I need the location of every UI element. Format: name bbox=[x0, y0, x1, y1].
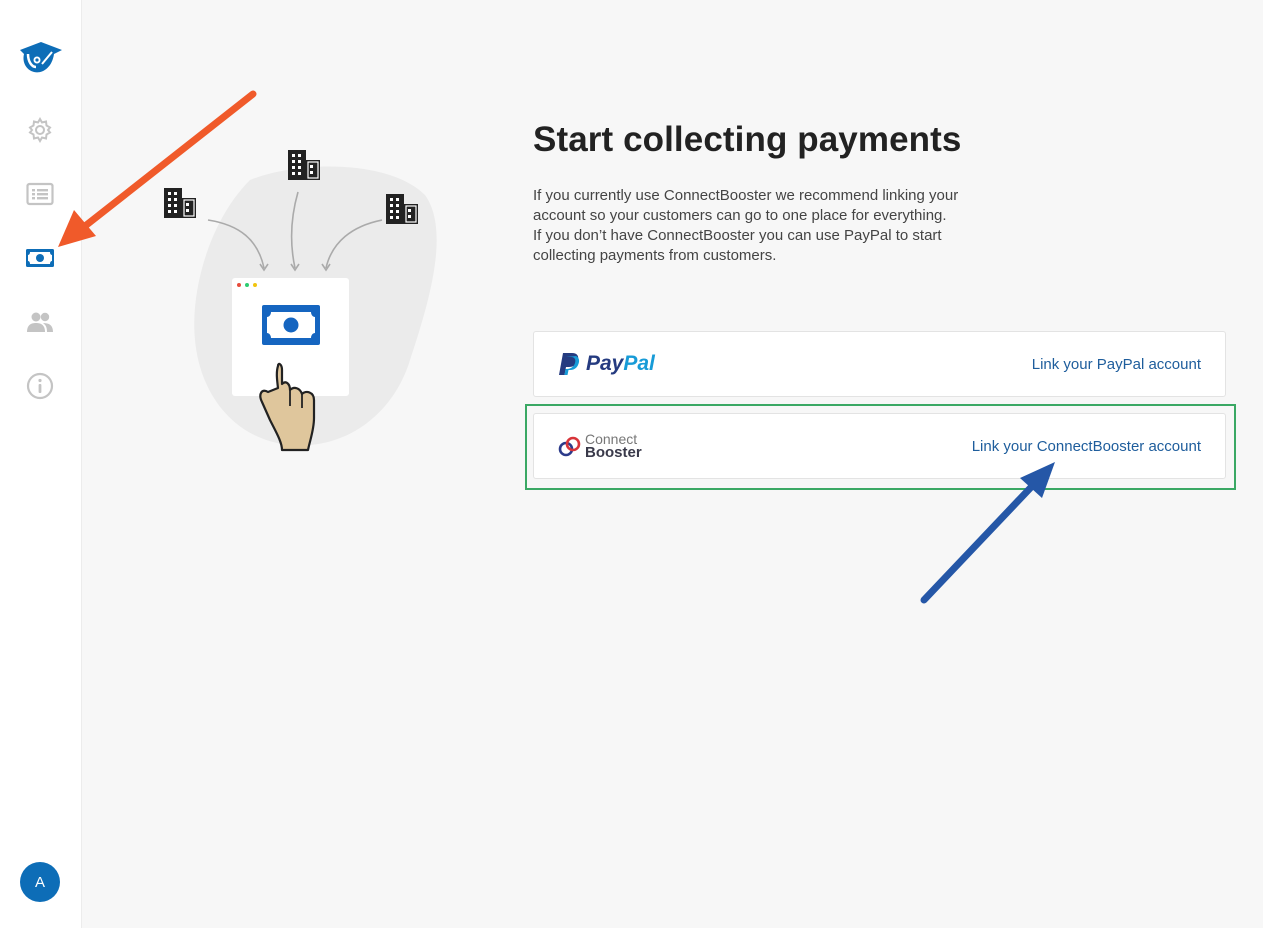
sidebar: A bbox=[0, 0, 82, 928]
money-icon[interactable] bbox=[22, 240, 58, 276]
page-title: Start collecting payments bbox=[533, 120, 962, 159]
paypal-card: PayPal Link your PayPal account bbox=[533, 331, 1226, 397]
paypal-icon bbox=[559, 353, 580, 375]
orange-annotation-arrow bbox=[58, 90, 257, 247]
paypal-wordmark: PayPal bbox=[586, 352, 655, 376]
link-paypal-account-link[interactable]: Link your PayPal account bbox=[1032, 332, 1201, 396]
connectbooster-logo: Connect Booster bbox=[558, 432, 642, 461]
connectbooster-wordmark-bottom: Booster bbox=[585, 444, 642, 461]
description-line: If you currently use ConnectBooster we r… bbox=[533, 187, 959, 204]
description-line: collecting payments from customers. bbox=[533, 247, 777, 264]
description-line: If you don’t have ConnectBooster you can… bbox=[533, 227, 942, 244]
paypal-wordmark-pay: Pay bbox=[586, 352, 624, 375]
description-line: account so your customers can go to one … bbox=[533, 207, 947, 224]
owl-logo-icon[interactable] bbox=[18, 38, 64, 78]
gear-icon[interactable] bbox=[22, 112, 58, 148]
connectbooster-card: Connect Booster Link your ConnectBooster… bbox=[533, 413, 1226, 479]
link-connectbooster-account-link[interactable]: Link your ConnectBooster account bbox=[972, 414, 1201, 478]
page-description: If you currently use ConnectBooster we r… bbox=[533, 186, 1003, 266]
avatar[interactable]: A bbox=[20, 862, 60, 902]
list-icon[interactable] bbox=[22, 176, 58, 212]
connectbooster-icon bbox=[558, 436, 581, 457]
people-icon[interactable] bbox=[22, 304, 58, 340]
info-icon[interactable] bbox=[22, 368, 58, 404]
paypal-logo: PayPal bbox=[558, 352, 655, 376]
paypal-wordmark-pal: Pal bbox=[623, 352, 655, 375]
blue-annotation-arrow bbox=[920, 462, 1055, 604]
